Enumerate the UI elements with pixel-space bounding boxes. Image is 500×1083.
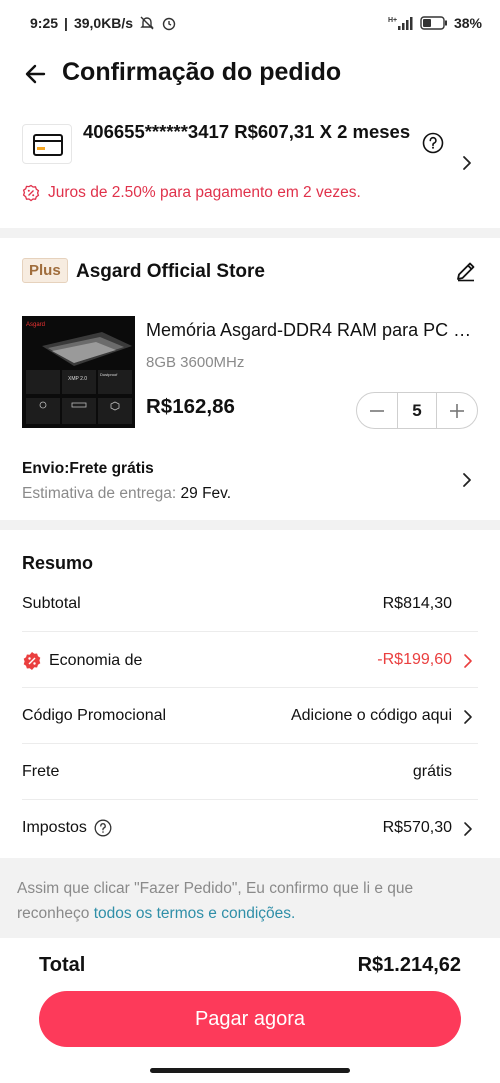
interest-text: Juros de 2.50% para pagamento em 2 vezes… <box>48 184 361 201</box>
quantity-value[interactable]: 5 <box>397 393 437 428</box>
status-time: 9:25 <box>30 15 59 31</box>
savings-label: Economia de <box>49 652 143 669</box>
promo-code-value[interactable]: Adicione o código aqui <box>291 707 452 725</box>
signal-icon: H+ <box>388 17 413 30</box>
taxes-value: R$570,30 <box>382 819 452 836</box>
page-title: Confirmação do pedido <box>62 58 342 86</box>
shipping-title[interactable]: Envio:Frete grátis <box>22 460 154 478</box>
taxes-label: Impostos <box>22 819 87 836</box>
savings-value: -R$199,60 <box>377 651 452 668</box>
plus-icon <box>450 403 464 418</box>
promo-code-label: Código Promocional <box>22 707 167 724</box>
interest-note: Juros de 2.50% para pagamento em 2 vezes… <box>22 184 361 202</box>
page-header: Confirmação do pedido <box>0 46 500 106</box>
summary-row-shipping: Frete grátis <box>22 744 478 800</box>
shipping-fee-value: grátis <box>412 763 452 780</box>
shipping-fee-label: Frete <box>22 763 60 780</box>
terms-link[interactable]: todos os termos e condições. <box>94 905 296 922</box>
chevron-right-icon[interactable] <box>460 154 474 172</box>
savings-label-group: Economia de <box>22 651 142 671</box>
credit-card-icon <box>22 124 72 164</box>
checkout-footer: Total R$1.214,62 Pagar agora <box>0 938 500 1083</box>
delivery-estimate: Estimativa de entrega: 29 Fev. <box>22 485 231 503</box>
pay-now-button[interactable]: Pagar agora <box>39 991 461 1047</box>
edit-pencil-icon[interactable] <box>455 260 477 282</box>
product-image-brand: Asgard <box>26 322 45 328</box>
promo-chevron-right-icon[interactable] <box>462 709 474 725</box>
svg-text:H+: H+ <box>388 17 397 24</box>
status-bar: 9:25 | 39,0KB/s H+ 38% <box>0 0 500 46</box>
alarm-icon <box>162 17 176 31</box>
back-arrow-icon[interactable] <box>22 60 50 88</box>
payment-method-card[interactable]: 406655******3417 R$607,31 X 2 meses Juro… <box>0 106 500 228</box>
decrement-button[interactable] <box>357 393 397 428</box>
status-divider: | <box>64 15 68 31</box>
bell-muted-icon <box>140 16 154 30</box>
product-price: R$162,86 <box>146 395 235 418</box>
product-image-xmp: XMP 2.0 <box>68 376 87 382</box>
battery-icon <box>420 16 447 30</box>
savings-chevron-right-icon[interactable] <box>462 653 474 669</box>
taxes-chevron-right-icon[interactable] <box>462 821 474 837</box>
delivery-estimate-label: Estimativa de entrega: <box>22 485 177 502</box>
store-name[interactable]: Asgard Official Store <box>76 261 265 283</box>
summary-row-subtotal: Subtotal R$814,30 <box>22 576 478 632</box>
taxes-label-group: Impostos <box>22 819 112 837</box>
discount-badge-icon <box>23 652 41 670</box>
product-image[interactable]: Asgard XMP 2.0 Dustproof <box>22 316 135 428</box>
store-order-card: Plus Asgard Official Store Asgard XMP 2.… <box>0 238 500 520</box>
quantity-stepper: 5 <box>356 392 478 429</box>
delivery-estimate-date: 29 Fev. <box>180 485 232 502</box>
card-payment-summary: 406655******3417 R$607,31 X 2 meses <box>83 121 411 142</box>
summary-title: Resumo <box>22 553 94 573</box>
plus-badge: Plus <box>22 258 68 283</box>
increment-button[interactable] <box>437 393 477 428</box>
taxes-help-icon[interactable] <box>94 819 112 837</box>
order-summary: Resumo Subtotal R$814,30 Economia de -R$… <box>0 530 500 858</box>
subtotal-value: R$814,30 <box>382 595 452 612</box>
product-title[interactable]: Memória Asgard-DDR4 RAM para PC Desktop <box>146 320 481 341</box>
percent-badge-icon <box>22 184 40 202</box>
subtotal-label: Subtotal <box>22 595 81 612</box>
total-value: R$1.214,62 <box>357 954 461 976</box>
product-variant: 8GB 3600MHz <box>146 354 245 371</box>
home-indicator[interactable] <box>150 1068 350 1073</box>
summary-row-promo-code[interactable]: Código Promocional Adicione o código aqu… <box>22 688 478 744</box>
battery-level: 38% <box>453 15 482 31</box>
shipping-chevron-right-icon[interactable] <box>460 471 474 489</box>
summary-row-taxes[interactable]: Impostos R$570,30 <box>22 800 478 856</box>
minus-icon <box>370 409 384 412</box>
help-circle-icon[interactable] <box>422 132 444 154</box>
summary-row-savings[interactable]: Economia de -R$199,60 <box>22 632 478 688</box>
product-image-dustproof: Dustproof <box>100 372 118 377</box>
terms-notice: Assim que clicar "Fazer Pedido", Eu conf… <box>0 858 500 938</box>
total-label: Total <box>39 954 86 976</box>
status-speed: 39,0KB/s <box>73 15 134 31</box>
